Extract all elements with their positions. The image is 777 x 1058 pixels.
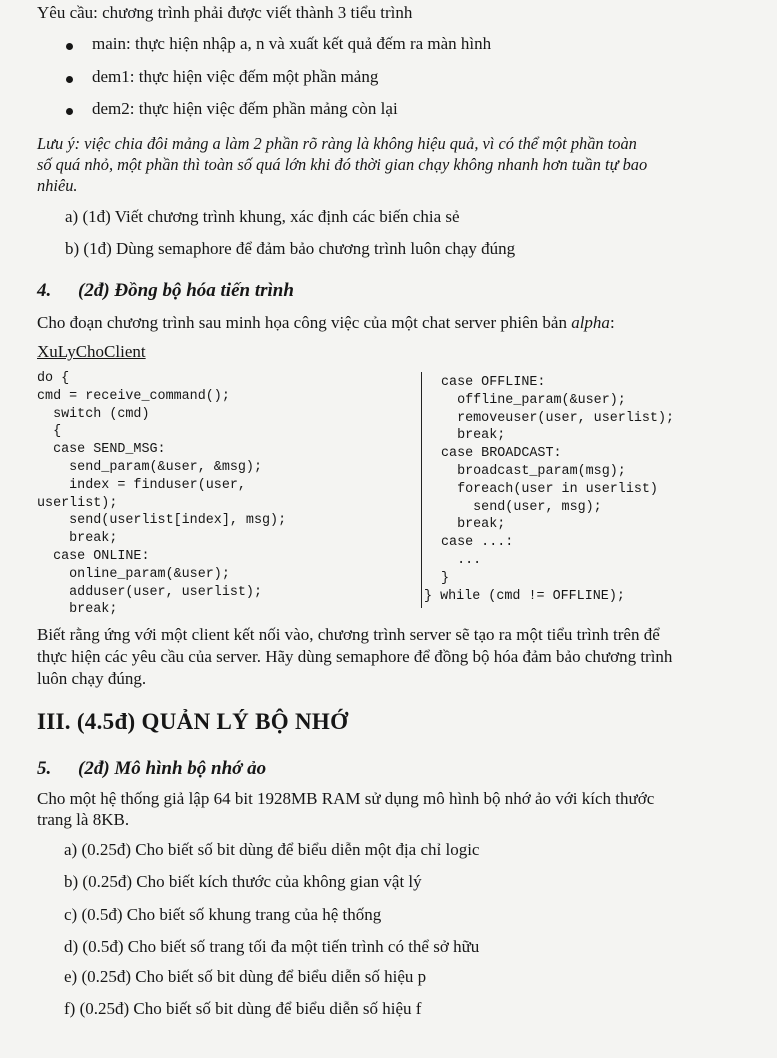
code-line: case BROADCAST: <box>441 446 562 462</box>
q4-intro-prefix: Cho đoạn chương trình sau minh họa công … <box>37 313 572 332</box>
q5-item-b: b) (0.25đ) Cho biết kích thước của không… <box>64 872 422 891</box>
code-line: broadcast_param(msg); <box>441 463 626 479</box>
code-right-column: case OFFLINE: offline_param(&user); remo… <box>441 374 674 588</box>
bullet-dot <box>66 108 73 115</box>
code-line: send_param(&user, &msg); <box>37 459 262 475</box>
q5-item-d: d) (0.5đ) Cho biết số trang tối đa một t… <box>64 937 480 956</box>
code-line: case OFFLINE: <box>441 375 546 390</box>
note-line-1: Lưu ý: việc chia đôi mảng a làm 2 phần r… <box>37 134 637 153</box>
bullet-main: main: thực hiện nhập a, n và xuất kết qu… <box>92 34 492 53</box>
code-line: case ...: <box>441 535 514 551</box>
q5-number: 5. <box>37 758 52 779</box>
q4-body-1: Biết rằng ứng với một client kết nối vào… <box>37 625 660 644</box>
bullet-dot <box>66 43 73 50</box>
code-line: offline_param(&user); <box>441 392 626 408</box>
q4-intro-suffix: : <box>609 313 615 332</box>
code-line: send(userlist[index], msg); <box>37 513 287 529</box>
code-line: } <box>441 570 450 586</box>
q4-number: 4. <box>37 280 52 301</box>
bullet-dem1: dem1: thực hiện việc đếm một phần mảng <box>92 67 379 86</box>
code-line: case ONLINE: <box>37 548 150 564</box>
code-line: break; <box>37 531 118 547</box>
code-line: ... <box>441 552 482 568</box>
q3-item-a: a) (1đ) Viết chương trình khung, xác địn… <box>65 207 460 226</box>
code-line: do { <box>37 371 70 386</box>
q3-item-b: b) (1đ) Dùng semaphore để đảm bảo chương… <box>65 239 516 258</box>
code-line: break; <box>37 602 118 618</box>
q5-item-a: a) (0.25đ) Cho biết số bit dùng để biểu … <box>64 840 480 859</box>
code-closing-line: } while (cmd != OFFLINE); <box>424 589 625 604</box>
code-line: send(user, msg); <box>441 499 602 515</box>
code-line: break; <box>441 517 506 533</box>
function-name: XuLyChoClient <box>37 342 146 361</box>
requirement-text: Yêu cầu: chương trình phải được viết thà… <box>37 3 413 22</box>
code-line: userlist); <box>37 495 118 511</box>
note-line-3: nhiêu. <box>37 176 78 195</box>
q4-body-3: luôn chạy đúng. <box>37 669 147 688</box>
q4-body-2: thực hiện các yêu cầu của server. Hãy dù… <box>37 647 673 666</box>
code-line: switch (cmd) <box>37 406 150 422</box>
code-line: adduser(user, userlist); <box>37 584 262 600</box>
code-line: removeuser(user, userlist); <box>441 410 675 426</box>
bullet-dot <box>66 76 73 83</box>
q5-intro-1: Cho một hệ thống giả lập 64 bit 1928MB R… <box>37 789 655 808</box>
code-column-divider <box>421 372 422 608</box>
code-line: online_param(&user); <box>37 566 230 582</box>
code-left-column: do { cmd = receive_command(); switch (cm… <box>37 370 286 619</box>
code-line: foreach(user in userlist) <box>441 481 658 497</box>
q4-title: (2đ) Đồng bộ hóa tiến trình <box>78 280 294 301</box>
code-line: index = finduser(user, <box>37 477 246 493</box>
code-line: break; <box>441 428 506 444</box>
code-line: { <box>37 424 62 440</box>
q5-intro-2: trang là 8KB. <box>37 810 130 829</box>
q5-item-e: e) (0.25đ) Cho biết số bit dùng để biểu … <box>64 967 427 986</box>
q5-item-c: c) (0.5đ) Cho biết số khung trang của hệ… <box>64 905 382 924</box>
code-line: case SEND_MSG: <box>37 442 166 458</box>
code-line: cmd = receive_command(); <box>37 388 230 404</box>
section-3-heading: III. (4.5đ) QUẢN LÝ BỘ NHỚ <box>37 709 349 734</box>
q4-intro-italic: alpha <box>571 313 610 332</box>
exam-page: Yêu cầu: chương trình phải được viết thà… <box>0 0 777 1058</box>
q5-title: (2đ) Mô hình bộ nhớ ảo <box>78 758 267 779</box>
note-line-2: số quá nhỏ, một phần thì toàn số quá lớn… <box>37 155 648 174</box>
bullet-dem2: dem2: thực hiện việc đếm phần mảng còn l… <box>92 99 398 118</box>
q4-intro: Cho đoạn chương trình sau minh họa công … <box>37 313 615 333</box>
q5-item-f: f) (0.25đ) Cho biết số bit dùng để biểu … <box>64 999 422 1018</box>
